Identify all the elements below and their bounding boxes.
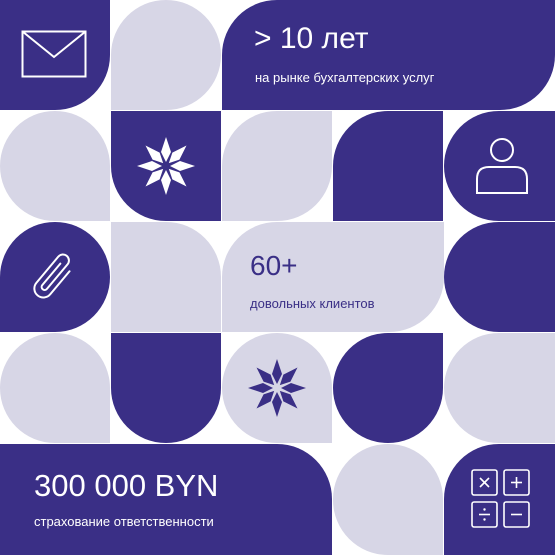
tile-decor: [222, 111, 332, 221]
calculator-icon: [471, 469, 530, 528]
tile-user: [444, 111, 555, 221]
stat-years-caption: на рынке бухгалтерских услуг: [255, 70, 435, 85]
stat-years-value: > 10 лет: [254, 22, 369, 55]
envelope-icon: [21, 30, 87, 78]
tile-paperclip: [0, 222, 110, 332]
tile-ornament: [222, 333, 332, 443]
paperclip-icon: [33, 253, 71, 299]
tile-decor: [0, 333, 110, 443]
tile-decor: [111, 222, 221, 332]
tile-ornament: [111, 111, 221, 221]
tile-decor: [333, 333, 443, 443]
tile-envelope: [0, 0, 110, 110]
stat-clients-value: 60+: [250, 250, 298, 281]
tile-decor: [333, 444, 443, 555]
infographic: > 10 лет на рынке бухгалтерских услуг 60…: [0, 0, 555, 555]
tile-stat-clients: 60+ довольных клиентов: [222, 222, 444, 332]
tile-decor: [444, 333, 555, 443]
tile-decor: [0, 111, 110, 221]
stat-insurance-value: 300 000 BYN: [34, 468, 219, 503]
tile-stat-years: > 10 лет на рынке бухгалтерских услуг: [222, 0, 555, 110]
tile-decor: [333, 111, 443, 221]
stat-clients-caption: довольных клиентов: [250, 296, 375, 311]
user-icon: [476, 138, 528, 194]
tile-decor: [111, 0, 221, 110]
tile-decor: [111, 333, 221, 443]
tile-decor: [444, 222, 555, 332]
snowflake-ornament-icon: [137, 137, 195, 195]
snowflake-ornament-icon: [248, 359, 306, 417]
tile-stat-insurance: 300 000 BYN страхование ответственности: [0, 444, 332, 555]
stat-insurance-caption: страхование ответственности: [34, 514, 214, 529]
tile-calculator: [444, 444, 555, 555]
